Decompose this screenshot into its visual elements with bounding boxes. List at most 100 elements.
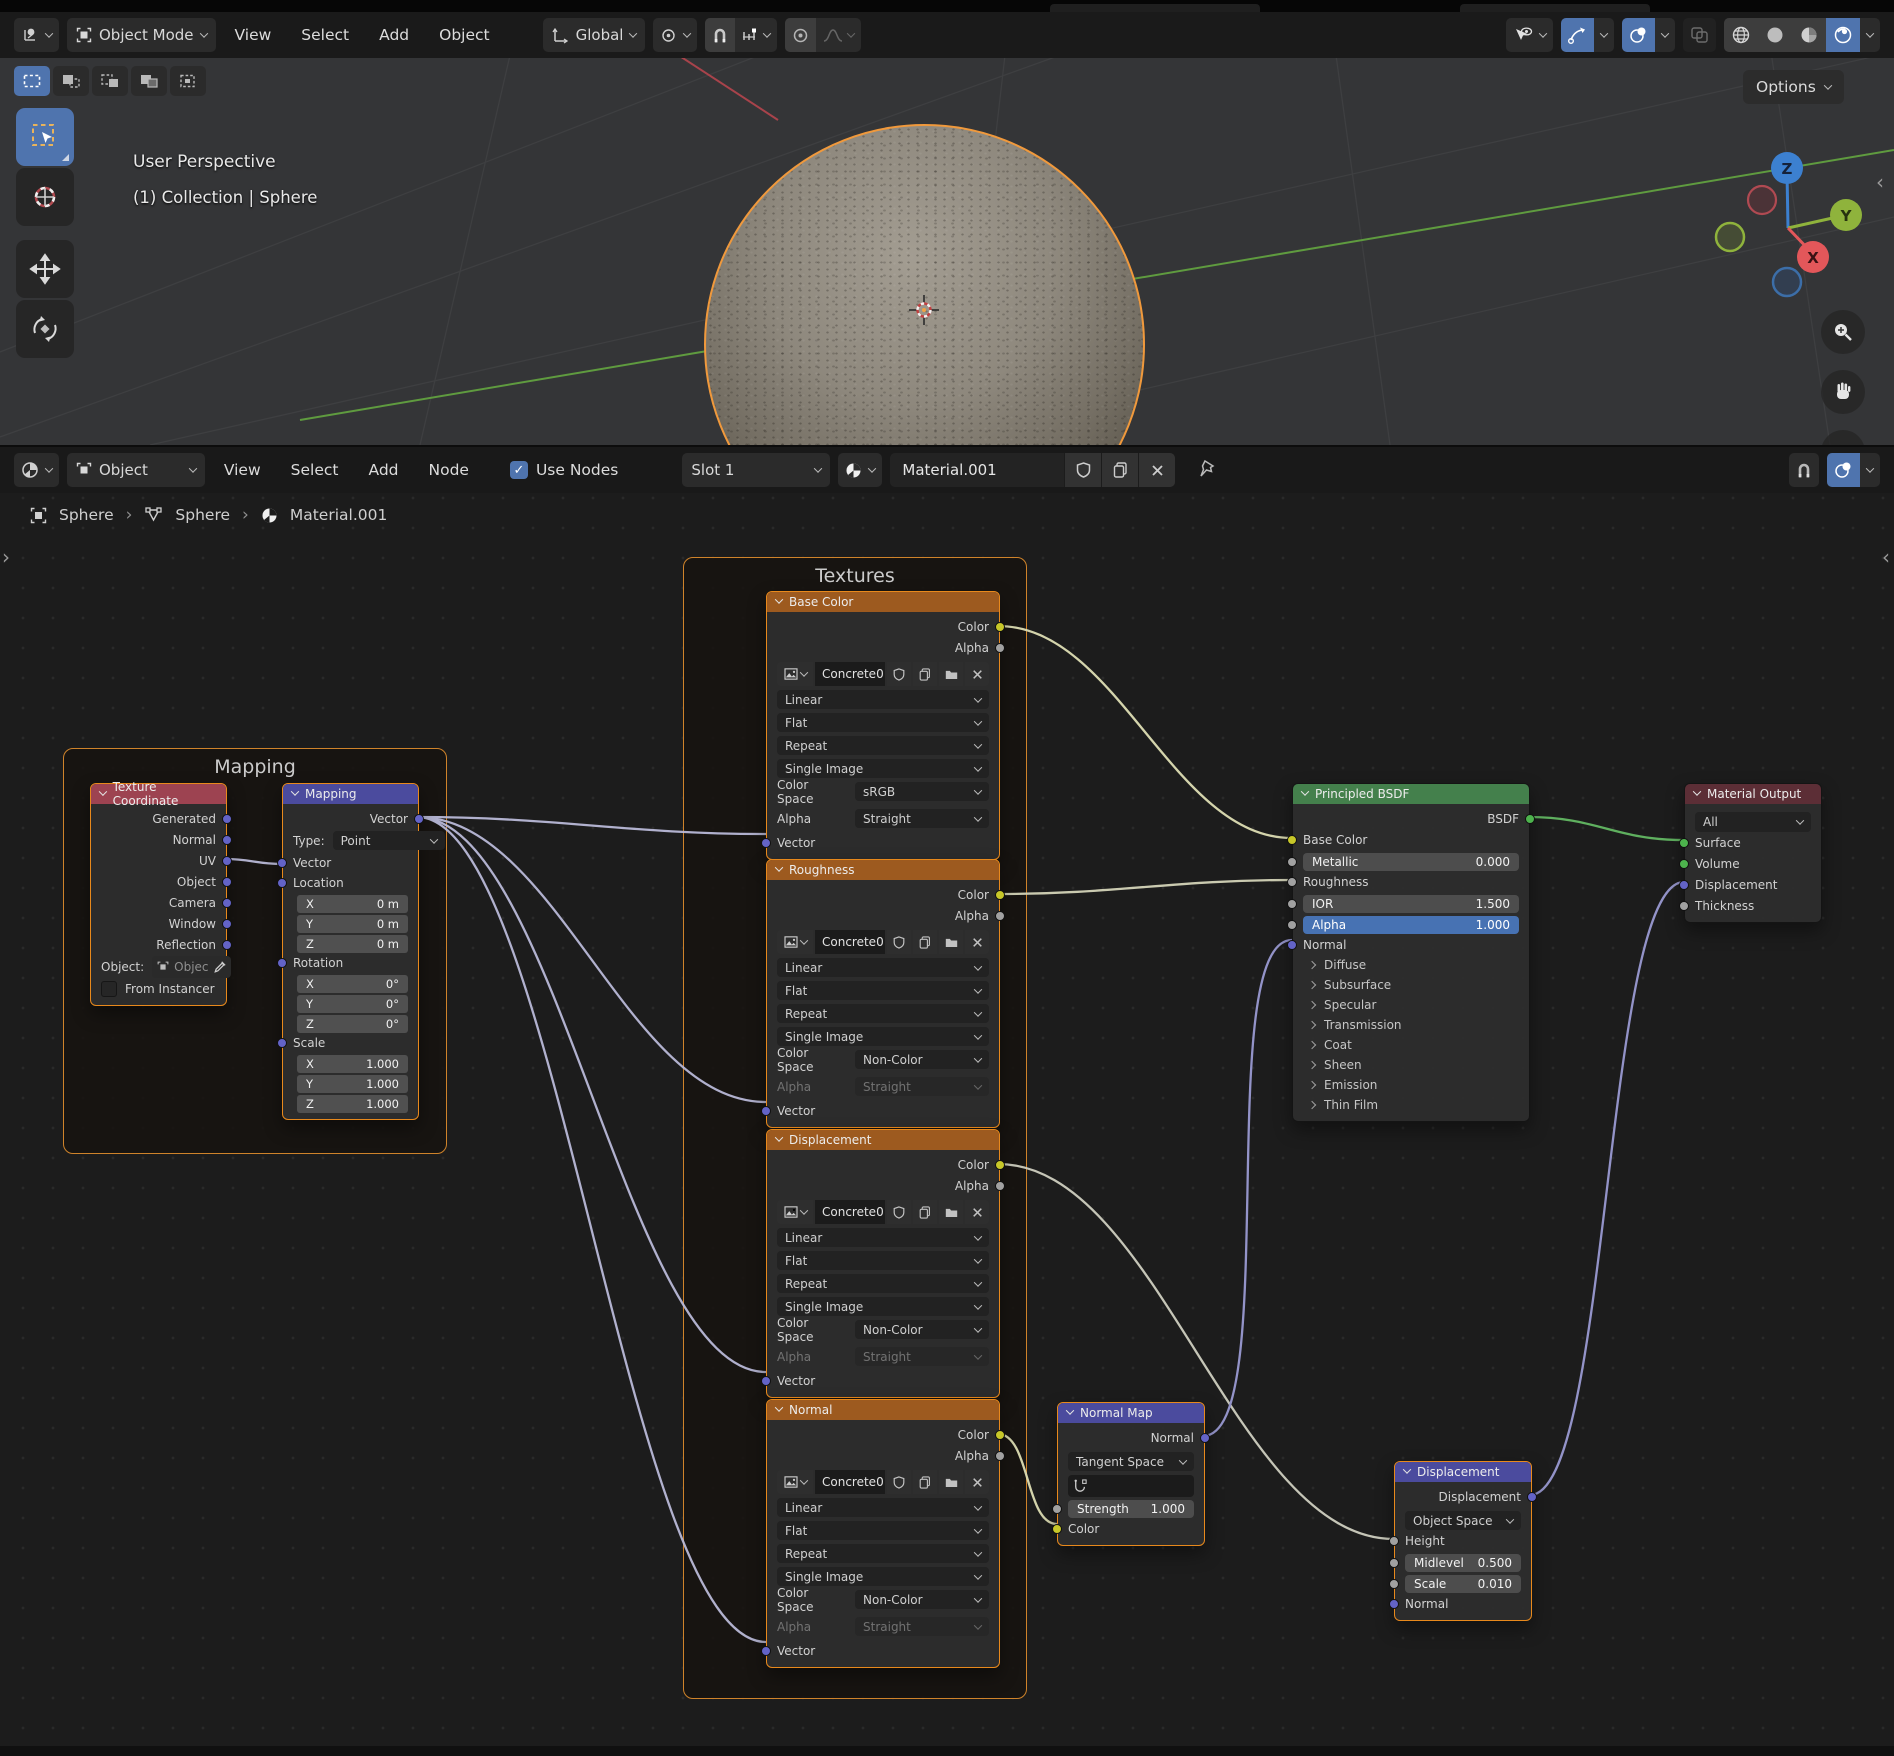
node-image-texture-normal[interactable]: Normal Color Alpha Concrete012_4... Line…	[766, 1399, 1000, 1668]
scale-slider[interactable]: Scale0.010	[1405, 1575, 1521, 1593]
extension-dropdown[interactable]: Repeat	[777, 1274, 989, 1293]
object-picker-field[interactable]: Objec	[152, 956, 230, 978]
extension-dropdown[interactable]: Repeat	[777, 736, 989, 755]
socket-height-input[interactable]	[1389, 1536, 1399, 1546]
alpha-slider[interactable]: Alpha1.000	[1303, 916, 1519, 934]
image-browse-button[interactable]	[777, 1200, 813, 1224]
socket-roughness-input[interactable]	[1287, 877, 1297, 887]
node-header[interactable]: Displacement	[1395, 1462, 1531, 1482]
socket-location-input[interactable]	[277, 878, 287, 888]
location-x-field[interactable]: X0 m	[297, 895, 408, 913]
node-header[interactable]: Roughness	[767, 860, 999, 880]
menu-view[interactable]: View	[213, 461, 272, 479]
socket-thickness-input[interactable]	[1679, 901, 1689, 911]
fake-user-button[interactable]	[887, 1470, 911, 1494]
color-space-dropdown[interactable]: Non-Color	[855, 1050, 989, 1069]
color-space-dropdown[interactable]: Non-Color	[855, 1320, 989, 1339]
image-name-field[interactable]: Concrete012_4...	[815, 930, 885, 954]
socket-scale-input[interactable]	[1389, 1579, 1399, 1589]
overlays-settings-dropdown[interactable]	[1655, 18, 1675, 52]
shader-type-dropdown[interactable]: Object	[67, 453, 205, 487]
node-material-output[interactable]: Material Output All Surface Volume Displ…	[1684, 783, 1822, 923]
node-header[interactable]: Texture Coordinate	[91, 784, 226, 804]
editor-type-button[interactable]	[14, 18, 59, 52]
interpolation-dropdown[interactable]: Linear	[777, 958, 989, 977]
normal-map-space-dropdown[interactable]: Tangent Space	[1068, 1452, 1194, 1471]
editor-type-button[interactable]	[14, 453, 59, 487]
pan-button[interactable]	[1821, 370, 1865, 414]
socket-color-output[interactable]	[995, 1160, 1005, 1170]
select-mode-extend[interactable]	[53, 66, 89, 96]
menu-object[interactable]: Object	[428, 26, 500, 44]
pin-icon[interactable]	[1197, 459, 1217, 481]
panel-thin-film[interactable]: Thin Film	[1293, 1095, 1529, 1115]
mapping-type-dropdown[interactable]: Point	[333, 831, 445, 850]
unlink-image-button[interactable]	[965, 1200, 989, 1224]
socket-camera-output[interactable]	[222, 898, 232, 908]
shader-editor[interactable]: Textures Mapping Object View	[0, 447, 1894, 1746]
alpha-mode-dropdown[interactable]: Straight	[855, 809, 989, 828]
strength-slider[interactable]: Strength1.000	[1068, 1500, 1194, 1518]
metallic-slider[interactable]: Metallic0.000	[1303, 853, 1519, 871]
interpolation-dropdown[interactable]: Linear	[777, 690, 989, 709]
source-dropdown[interactable]: Single Image	[777, 1567, 989, 1586]
breadcrumb-object[interactable]: Sphere	[59, 506, 114, 524]
source-dropdown[interactable]: Single Image	[777, 1297, 989, 1316]
socket-normal-output[interactable]	[1200, 1433, 1210, 1443]
shading-solid-button[interactable]	[1758, 18, 1792, 52]
projection-dropdown[interactable]: Flat	[777, 713, 989, 732]
fake-user-button[interactable]	[887, 1200, 911, 1224]
from-instancer-checkbox[interactable]	[101, 981, 117, 997]
fake-user-button[interactable]	[887, 930, 911, 954]
socket-normal-input[interactable]	[1287, 940, 1297, 950]
unlink-image-button[interactable]	[965, 1470, 989, 1494]
unlink-material-button[interactable]	[1138, 453, 1175, 487]
shading-settings-dropdown[interactable]	[1860, 18, 1880, 52]
mode-dropdown[interactable]: Object Mode	[67, 18, 216, 52]
panel-diffuse[interactable]: Diffuse	[1293, 955, 1529, 975]
alpha-mode-dropdown[interactable]: Straight	[855, 1617, 989, 1636]
xray-toggle[interactable]	[1683, 18, 1716, 52]
use-nodes-checkbox[interactable]: ✓	[510, 461, 528, 479]
tool-cursor[interactable]	[16, 168, 74, 226]
node-image-texture-displacement[interactable]: Displacement Color Alpha Concrete012_4..…	[766, 1129, 1000, 1398]
options-dropdown[interactable]: Options	[1743, 70, 1844, 104]
image-name-field[interactable]: Concrete012_4...	[815, 1200, 885, 1224]
location-y-field[interactable]: Y0 m	[297, 915, 408, 933]
socket-surface-input[interactable]	[1679, 838, 1689, 848]
menu-view[interactable]: View	[224, 26, 283, 44]
material-slot-dropdown[interactable]: Slot 1	[682, 453, 830, 487]
pivot-point-dropdown[interactable]	[653, 18, 697, 52]
copy-image-button[interactable]	[913, 1200, 937, 1224]
socket-bsdf-output[interactable]	[1525, 814, 1535, 824]
socket-alpha-output[interactable]	[995, 643, 1005, 653]
socket-color-output[interactable]	[995, 890, 1005, 900]
copy-image-button[interactable]	[913, 930, 937, 954]
breadcrumb-mesh[interactable]: Sphere	[175, 506, 230, 524]
node-header[interactable]: Base Color	[767, 592, 999, 612]
node-displacement[interactable]: Displacement Displacement Object Space H…	[1394, 1461, 1532, 1621]
node-header[interactable]: Material Output	[1685, 784, 1821, 804]
scale-x-field[interactable]: X1.000	[297, 1055, 408, 1073]
socket-midlevel-input[interactable]	[1389, 1558, 1399, 1568]
overlays-toggle[interactable]	[1827, 453, 1860, 487]
select-mode-invert[interactable]	[131, 66, 167, 96]
socket-scale-input[interactable]	[277, 1038, 287, 1048]
menu-select[interactable]: Select	[280, 461, 350, 479]
node-header[interactable]: Normal Map	[1058, 1403, 1204, 1423]
node-header[interactable]: Displacement	[767, 1130, 999, 1150]
sidebar-toggle-arrow[interactable]: ‹	[1876, 170, 1884, 194]
viewport-3d[interactable]: Object Mode View Select Add Object Globa…	[0, 12, 1894, 447]
shading-rendered-button[interactable]	[1826, 18, 1860, 52]
menu-node[interactable]: Node	[418, 461, 480, 479]
node-image-texture-base-color[interactable]: Base Color Color Alpha Concrete012_4... …	[766, 591, 1000, 860]
alpha-mode-dropdown[interactable]: Straight	[855, 1077, 989, 1096]
socket-color-output[interactable]	[995, 622, 1005, 632]
navigation-gizmo[interactable]: Z Y X	[1712, 130, 1872, 300]
select-mode-intersect[interactable]	[170, 66, 206, 96]
snap-toggle[interactable]	[705, 18, 735, 52]
open-image-button[interactable]	[939, 1200, 963, 1224]
zoom-button[interactable]	[1821, 310, 1865, 354]
panel-subsurface[interactable]: Subsurface	[1293, 975, 1529, 995]
material-name-field[interactable]: Material.001	[890, 461, 1064, 479]
